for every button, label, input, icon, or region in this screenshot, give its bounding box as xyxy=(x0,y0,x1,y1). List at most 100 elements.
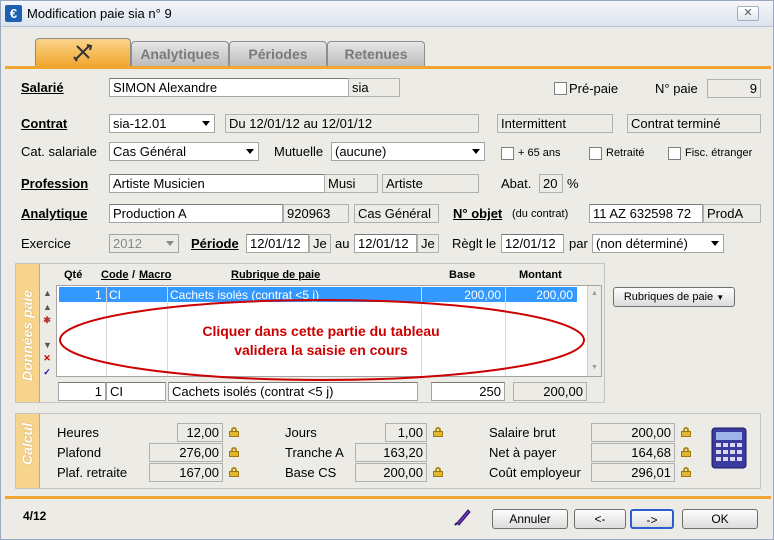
prepaie-checkbox[interactable] xyxy=(554,82,567,95)
edit-rubrique-field[interactable]: Cachets isolés (contrat <5 j) xyxy=(168,382,418,401)
reglt-mode-select[interactable]: (non déterminé) xyxy=(592,234,724,253)
contrat-value: sia-12.01 xyxy=(113,116,167,131)
exercice-select[interactable]: 2012 xyxy=(109,234,179,253)
abat-pct: % xyxy=(567,176,579,191)
chevron-down-icon xyxy=(166,241,174,246)
insert-icon[interactable]: ✱ xyxy=(43,315,51,326)
cout-label: Coût employeur xyxy=(489,465,581,480)
title-bar: € Modification paie sia n° 9 ✕ xyxy=(1,1,773,27)
tab-underline xyxy=(5,66,771,69)
cat-label: Cat. salariale xyxy=(21,144,97,159)
contrat-select[interactable]: sia-12.01 xyxy=(109,114,215,133)
tab-general[interactable] xyxy=(35,38,131,66)
lock-icon xyxy=(229,447,239,457)
plafret-label: Plaf. retraite xyxy=(57,465,128,480)
chevron-down-icon xyxy=(202,121,210,126)
lock-icon xyxy=(433,427,443,437)
mutuelle-value: (aucune) xyxy=(335,144,387,159)
delete-icon[interactable]: ✕ xyxy=(43,353,51,364)
profession-category-field: Artiste xyxy=(382,174,479,193)
move-up-icon[interactable]: ▲ xyxy=(43,302,52,312)
abat-field: 20 xyxy=(539,174,563,193)
main-window: € Modification paie sia n° 9 ✕ Analytiqu… xyxy=(0,0,774,540)
validate-icon[interactable]: ✓ xyxy=(43,367,51,378)
chevron-down-icon xyxy=(472,149,480,154)
jours-label: Jours xyxy=(285,425,317,440)
nobjet-field[interactable]: 11 AZ 632598 72 xyxy=(589,204,703,223)
tranche-field: 163,20 xyxy=(355,443,427,462)
analytique-code-field: 920963 xyxy=(283,204,349,223)
chevron-down-icon: ▼ xyxy=(716,293,725,302)
prev-button[interactable]: <- xyxy=(574,509,626,529)
jours-field: 1,00 xyxy=(385,423,427,442)
tab-analytiques[interactable]: Analytiques xyxy=(131,41,229,66)
brut-field: 200,00 xyxy=(591,423,675,442)
contrat-dates-field: Du 12/01/12 au 12/01/12 xyxy=(225,114,479,133)
plafond-field: 276,00 xyxy=(149,443,223,462)
pen-icon[interactable] xyxy=(453,506,473,526)
periode-to-day: Je xyxy=(417,234,439,253)
periode-to-field[interactable]: 12/01/12 xyxy=(354,234,417,253)
contrat-label: Contrat xyxy=(21,116,68,131)
app-icon: € xyxy=(5,5,22,22)
grid-scrollbar[interactable]: ▲ ▼ xyxy=(587,286,601,376)
reglt-mode-value: (non déterminé) xyxy=(596,236,688,251)
rubriques-button[interactable]: Rubriques de paie ▼ xyxy=(613,287,735,307)
col-base: Base xyxy=(449,269,476,281)
plus65-label: + 65 ans xyxy=(518,147,561,159)
edit-qte-field[interactable]: 1 xyxy=(58,382,106,401)
scroll-up-icon[interactable]: ▲ xyxy=(591,290,598,297)
calcul-side-label: Calcul xyxy=(19,422,35,465)
fisc-checkbox[interactable] xyxy=(668,147,681,160)
lock-icon xyxy=(433,467,443,477)
page-counter: 4/12 xyxy=(23,509,47,523)
scroll-down-icon[interactable]: ▼ xyxy=(591,364,598,371)
npaie-field: 9 xyxy=(707,79,761,98)
basecs-label: Base CS xyxy=(285,465,337,480)
nobjet-label: N° objet xyxy=(453,206,503,221)
move-down-icon[interactable]: ▼ xyxy=(43,340,52,350)
rubriques-button-label: Rubriques de paie xyxy=(623,291,714,303)
tab-retenues[interactable]: Retenues xyxy=(327,41,425,66)
chevron-down-icon xyxy=(246,149,254,154)
abat-label: Abat. xyxy=(501,176,532,191)
cout-field: 296,01 xyxy=(591,463,675,482)
basecs-field: 200,00 xyxy=(355,463,427,482)
close-button[interactable]: ✕ xyxy=(737,6,759,21)
analytique-label: Analytique xyxy=(21,206,88,221)
salarie-name-field[interactable]: SIMON Alexandre xyxy=(109,78,349,97)
periode-au-label: au xyxy=(335,236,350,251)
plafond-label: Plafond xyxy=(57,445,102,460)
plus65-checkbox[interactable] xyxy=(501,147,514,160)
fisc-label: Fisc. étranger xyxy=(685,147,753,159)
col-montant: Montant xyxy=(519,269,562,281)
footer-line xyxy=(5,496,771,499)
mutuelle-select[interactable]: (aucune) xyxy=(331,142,485,161)
col-qte: Qté xyxy=(64,269,83,281)
next-button[interactable]: -> xyxy=(630,509,674,529)
lock-icon xyxy=(681,467,691,477)
mutuelle-label: Mutuelle xyxy=(274,144,324,159)
edit-code-field[interactable]: CI xyxy=(106,382,166,401)
calculator-icon[interactable] xyxy=(711,427,747,469)
analytique-field[interactable]: Production A xyxy=(109,204,283,223)
tab-periodes[interactable]: Périodes xyxy=(229,41,327,66)
cat-select[interactable]: Cas Général xyxy=(109,142,259,161)
col-code: Code xyxy=(101,269,129,281)
contrat-status-field: Contrat terminé xyxy=(627,114,761,133)
profession-field[interactable]: Artiste Musicien xyxy=(109,174,325,193)
npaie-label: N° paie xyxy=(655,81,698,96)
analytique-cat-field: Cas Général xyxy=(354,204,439,223)
ok-button[interactable]: OK xyxy=(682,509,758,529)
lock-icon xyxy=(681,427,691,437)
contrat-type-field: Intermittent xyxy=(497,114,613,133)
periode-from-field[interactable]: 12/01/12 xyxy=(246,234,309,253)
move-up-icon[interactable]: ▲ xyxy=(43,288,52,298)
reglt-field[interactable]: 12/01/12 xyxy=(501,234,564,253)
retraite-checkbox[interactable] xyxy=(589,147,602,160)
profession-label: Profession xyxy=(21,176,89,191)
net-field: 164,68 xyxy=(591,443,675,462)
retraite-label: Retraité xyxy=(606,147,645,159)
annuler-button[interactable]: Annuler xyxy=(492,509,568,529)
edit-base-field[interactable]: 250 xyxy=(431,382,505,401)
